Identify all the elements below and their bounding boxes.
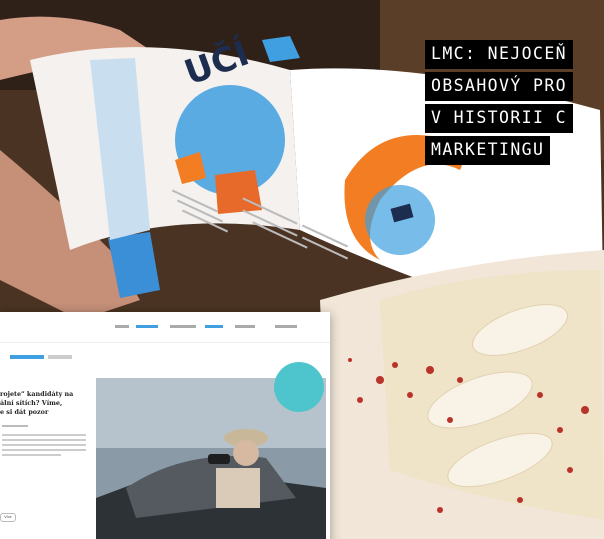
caption-line-3: V HISTORII C <box>425 104 574 134</box>
article-title-line-3: e si dát pozor <box>0 408 49 416</box>
article-screenshot: rojete“ kandidáty na ální sítích? Víme, … <box>0 312 330 539</box>
article-title-line-2: ální sítích? Víme, <box>0 399 63 407</box>
caption-line-2: OBSAHOVÝ PRO <box>425 72 574 102</box>
nav-item <box>275 325 297 328</box>
article-excerpt <box>2 434 86 459</box>
read-more-button[interactable]: Více <box>0 513 16 522</box>
nav-item <box>235 325 255 328</box>
caption-line-4: MARKETINGU <box>425 136 551 166</box>
article-title-line-1: rojete“ kandidáty na <box>0 390 74 398</box>
promo-badge <box>274 362 324 412</box>
nav-item <box>170 325 196 328</box>
nav-item <box>115 325 129 328</box>
article-title: rojete“ kandidáty na ální sítích? Víme, … <box>0 390 90 417</box>
caption-overlay: LMC: NEJOCEŇ OBSAHOVÝ PRO V HISTORII C M… <box>425 40 574 168</box>
nav-item <box>205 325 223 328</box>
caption-line-1: LMC: NEJOCEŇ <box>425 40 574 70</box>
category-tag <box>48 355 72 359</box>
nav-item-active <box>136 325 158 328</box>
photo-stage: UČÍ LMC: NEJOCEŇ OBSAHOVÝ PRO V HISTORII… <box>0 0 604 539</box>
article-date <box>2 425 28 427</box>
category-tag <box>10 355 44 359</box>
